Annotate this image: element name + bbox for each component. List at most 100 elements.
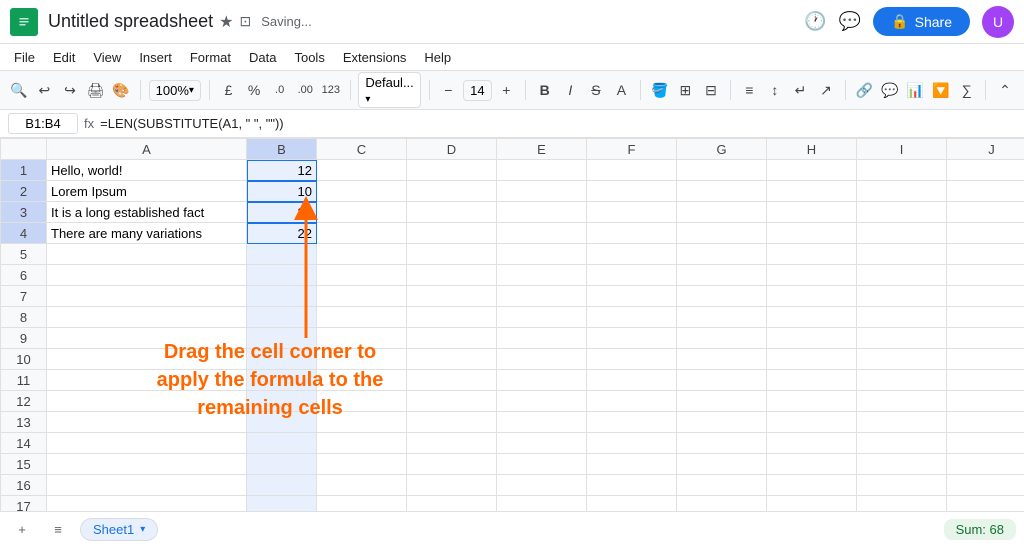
- cell-f9[interactable]: [587, 328, 677, 349]
- cell-g2[interactable]: [677, 181, 767, 202]
- cell-c4[interactable]: [317, 223, 407, 244]
- cell-f3[interactable]: [587, 202, 677, 223]
- col-header-i[interactable]: I: [857, 139, 947, 160]
- cell-d17[interactable]: [407, 496, 497, 512]
- menu-edit[interactable]: Edit: [45, 48, 83, 67]
- fill-color-button[interactable]: 🪣: [649, 76, 671, 104]
- cell-d9[interactable]: [407, 328, 497, 349]
- cell-g14[interactable]: [677, 433, 767, 454]
- cell-i3[interactable]: [857, 202, 947, 223]
- cell-b9[interactable]: [247, 328, 317, 349]
- cell-d7[interactable]: [407, 286, 497, 307]
- col-header-f[interactable]: F: [587, 139, 677, 160]
- cell-f16[interactable]: [587, 475, 677, 496]
- cell-i15[interactable]: [857, 454, 947, 475]
- cell-a7[interactable]: [47, 286, 247, 307]
- cell-g11[interactable]: [677, 370, 767, 391]
- cell-b15[interactable]: [247, 454, 317, 475]
- font-select[interactable]: Defaul... ▾: [358, 72, 420, 108]
- cell-e3[interactable]: [497, 202, 587, 223]
- cell-c14[interactable]: [317, 433, 407, 454]
- row-header-11[interactable]: 11: [1, 370, 47, 391]
- history-icon[interactable]: 🕐: [804, 11, 826, 32]
- font-size-box[interactable]: 14: [463, 80, 491, 101]
- cell-f6[interactable]: [587, 265, 677, 286]
- cell-b5[interactable]: [247, 244, 317, 265]
- cell-j7[interactable]: [947, 286, 1024, 307]
- cell-a1[interactable]: Hello, world!: [47, 160, 247, 181]
- zoom-control[interactable]: 100% ▾: [149, 80, 201, 101]
- cell-g7[interactable]: [677, 286, 767, 307]
- row-header-5[interactable]: 5: [1, 244, 47, 265]
- menu-format[interactable]: Format: [182, 48, 239, 67]
- cell-d2[interactable]: [407, 181, 497, 202]
- cell-e8[interactable]: [497, 307, 587, 328]
- cell-h8[interactable]: [767, 307, 857, 328]
- menu-insert[interactable]: Insert: [131, 48, 180, 67]
- row-header-8[interactable]: 8: [1, 307, 47, 328]
- cell-i10[interactable]: [857, 349, 947, 370]
- sheet-menu-button[interactable]: ≡: [44, 516, 72, 544]
- cell-j5[interactable]: [947, 244, 1024, 265]
- cell-b10[interactable]: [247, 349, 317, 370]
- valign-button[interactable]: ↕: [764, 76, 786, 104]
- avatar[interactable]: U: [982, 6, 1014, 38]
- cell-d16[interactable]: [407, 475, 497, 496]
- cell-g6[interactable]: [677, 265, 767, 286]
- filter-button[interactable]: 🔽: [930, 76, 952, 104]
- doc-title[interactable]: Untitled spreadsheet: [48, 11, 213, 32]
- cell-j9[interactable]: [947, 328, 1024, 349]
- cell-g1[interactable]: [677, 160, 767, 181]
- cell-a4[interactable]: There are many variations: [47, 223, 247, 244]
- cell-c5[interactable]: [317, 244, 407, 265]
- row-header-14[interactable]: 14: [1, 433, 47, 454]
- cell-h10[interactable]: [767, 349, 857, 370]
- cell-e4[interactable]: [497, 223, 587, 244]
- cell-j6[interactable]: [947, 265, 1024, 286]
- cell-i6[interactable]: [857, 265, 947, 286]
- cell-d14[interactable]: [407, 433, 497, 454]
- cell-g4[interactable]: [677, 223, 767, 244]
- cell-b11[interactable]: [247, 370, 317, 391]
- cell-c12[interactable]: [317, 391, 407, 412]
- cell-e13[interactable]: [497, 412, 587, 433]
- link-button[interactable]: 🔗: [854, 76, 876, 104]
- cell-j8[interactable]: [947, 307, 1024, 328]
- cell-h15[interactable]: [767, 454, 857, 475]
- cell-h4[interactable]: [767, 223, 857, 244]
- cell-e7[interactable]: [497, 286, 587, 307]
- cell-a3[interactable]: It is a long established fact: [47, 202, 247, 223]
- row-header-17[interactable]: 17: [1, 496, 47, 512]
- col-header-e[interactable]: E: [497, 139, 587, 160]
- search-button[interactable]: 🔍: [8, 76, 30, 104]
- cell-e17[interactable]: [497, 496, 587, 512]
- cell-c8[interactable]: [317, 307, 407, 328]
- cell-j13[interactable]: [947, 412, 1024, 433]
- cell-i5[interactable]: [857, 244, 947, 265]
- function-button[interactable]: ∑: [956, 76, 978, 104]
- cell-a9[interactable]: [47, 328, 247, 349]
- cell-g12[interactable]: [677, 391, 767, 412]
- cell-d5[interactable]: [407, 244, 497, 265]
- row-header-3[interactable]: 3: [1, 202, 47, 223]
- cell-g10[interactable]: [677, 349, 767, 370]
- cell-f4[interactable]: [587, 223, 677, 244]
- percent-button[interactable]: %: [243, 76, 265, 104]
- col-header-g[interactable]: G: [677, 139, 767, 160]
- cell-f2[interactable]: [587, 181, 677, 202]
- cell-f14[interactable]: [587, 433, 677, 454]
- cell-b13[interactable]: [247, 412, 317, 433]
- cell-c1[interactable]: [317, 160, 407, 181]
- menu-extensions[interactable]: Extensions: [335, 48, 415, 67]
- decimal1-button[interactable]: .0: [269, 76, 291, 104]
- cell-c6[interactable]: [317, 265, 407, 286]
- cell-i2[interactable]: [857, 181, 947, 202]
- cell-h7[interactable]: [767, 286, 857, 307]
- cell-i16[interactable]: [857, 475, 947, 496]
- print-button[interactable]: 🖨: [85, 76, 107, 104]
- cell-c3[interactable]: [317, 202, 407, 223]
- add-sheet-button[interactable]: +: [8, 516, 36, 544]
- cell-a11[interactable]: [47, 370, 247, 391]
- cell-j4[interactable]: [947, 223, 1024, 244]
- cell-b7[interactable]: [247, 286, 317, 307]
